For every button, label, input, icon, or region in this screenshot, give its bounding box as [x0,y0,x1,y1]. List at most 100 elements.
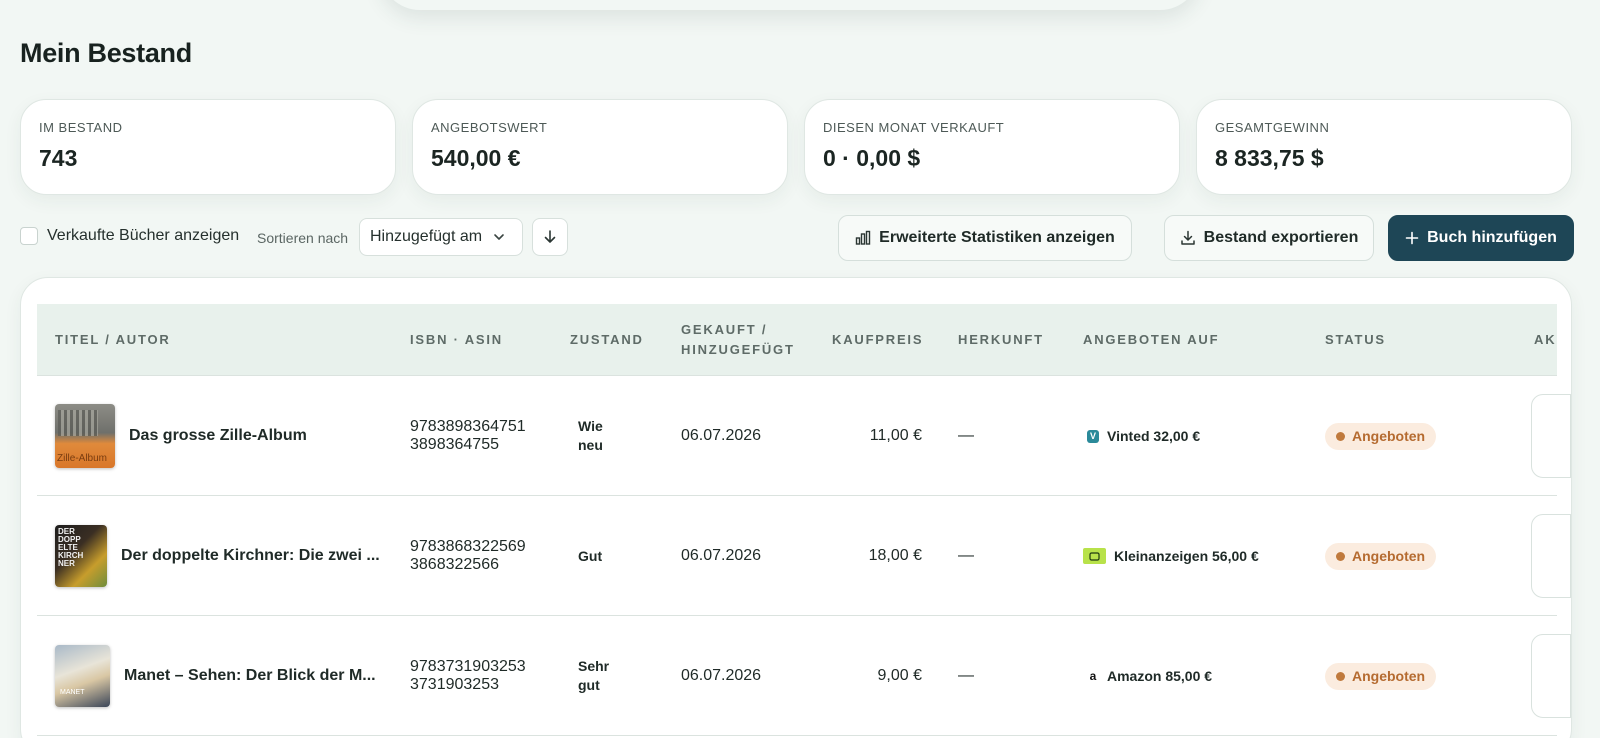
sort-select-value: Hinzugefügt am [370,228,483,245]
column-header-bought-line1: GEKAUFT / [681,322,768,337]
offer-text[interactable]: Amazon 85,00 € [1107,668,1212,684]
stat-label: ANGEBOTSWERT [431,120,548,135]
stat-label: GESAMTGEWINN [1215,120,1330,135]
status-cell: Angeboten [1325,616,1437,736]
table-row[interactable]: MANET Manet – Sehen: Der Blick der M... … [37,616,1571,736]
isbn-value: 9783868322569 [410,538,526,555]
condition-line: Gut [578,547,603,564]
status-dot [1336,431,1345,441]
condition-cell: Wie neu [578,376,603,496]
column-header-condition[interactable]: ZUSTAND [570,304,644,376]
book-title[interactable]: Der doppelte Kirchner: Die zwei ... [121,547,380,565]
origin-cell: — [958,667,974,684]
status-dot [1336,551,1345,561]
plus-icon [1405,231,1419,245]
column-header-bought-line2: HINZUGEFÜGT [681,342,795,357]
amazon-icon: a [1089,669,1097,683]
add-book-label: Buch hinzufügen [1427,229,1557,246]
status-text: Angeboten [1352,668,1426,684]
column-header-offered[interactable]: ANGEBOTEN AUF [1083,304,1219,376]
kleinanzeigen-icon [1083,548,1106,564]
status-badge: Angeboten [1325,422,1437,450]
date-cell: 06.07.2026 [681,547,762,564]
vinted-icon: V [1087,429,1099,443]
sort-direction-button[interactable] [532,218,568,256]
stat-value: 743 [39,145,78,171]
show-sold-toggle[interactable]: Verkaufte Bücher anzeigen [20,227,239,245]
column-header-origin[interactable]: HERKUNFT [958,304,1044,376]
condition-line: Sehr [578,658,610,674]
status-cell: Angeboten [1325,376,1437,496]
status-dot [1336,671,1345,681]
asin-value: 3731903253 [410,676,499,693]
status-text: Angeboten [1352,548,1426,564]
offer-cell: V Vinted 32,00 € [1087,376,1200,496]
isbn-cell: 9783898364751 3898364755 [410,376,526,496]
book-title[interactable]: Manet – Sehen: Der Blick der M... [124,667,376,685]
asin-value: 3898364755 [410,436,499,453]
isbn-value: 9783731903253 [410,658,526,675]
toolbar: Verkaufte Bücher anzeigen Sortieren nach… [20,215,1574,261]
isbn-cell: 9783731903253 3731903253 [410,616,526,736]
stat-card-in-stock: IM BESTAND 743 [20,99,396,195]
column-header-status[interactable]: STATUS [1325,304,1386,376]
title-cell: MANET Manet – Sehen: Der Blick der M... [55,616,376,736]
advanced-stats-button[interactable]: Erweiterte Statistiken anzeigen [838,215,1132,261]
stat-card-sold-this-month: DIESEN MONAT VERKAUFT 0 · 0,00 $ [804,99,1180,195]
row-actions[interactable] [1531,514,1571,598]
offer-cell: Kleinanzeigen 56,00 € [1083,496,1259,616]
status-cell: Angeboten [1325,496,1437,616]
cover-text: DER DOPP ELTE KIRCH NER [58,527,84,568]
offer-cell: a Amazon 85,00 € [1087,616,1212,736]
stat-card-offer-value: ANGEBOTSWERT 540,00 € [412,99,788,195]
table-row[interactable]: Zille-Album Das grosse Zille-Album 97838… [37,376,1571,496]
sort-label: Sortieren nach [257,230,349,246]
isbn-cell: 9783868322569 3868322566 [410,496,526,616]
condition-line: Wie [578,418,603,434]
title-cell: DER DOPP ELTE KIRCH NER Der doppelte Kir… [55,496,380,616]
inventory-table-card: TITEL / AUTOR ISBN · ASIN ZUSTAND GEKAUF… [20,277,1572,738]
column-header-actions[interactable]: AK [1534,304,1556,376]
row-actions[interactable] [1531,634,1571,718]
price-cell: 18,00 € [868,547,922,564]
download-icon [1180,230,1195,245]
export-stock-label: Bestand exportieren [1203,229,1359,246]
isbn-value: 9783898364751 [410,418,526,435]
cover-text: Zille-Album [57,453,108,464]
stats-row: IM BESTAND 743 ANGEBOTSWERT 540,00 € DIE… [20,99,1572,195]
book-cover: DER DOPP ELTE KIRCH NER [55,525,107,587]
top-header-edge [380,0,1200,10]
sort-select[interactable]: Hinzugefügt am [359,218,523,256]
stat-value: 0 · 0,00 $ [823,145,921,171]
origin-cell: — [958,547,974,564]
title-cell: Zille-Album Das grosse Zille-Album [55,376,307,496]
status-badge: Angeboten [1325,542,1437,570]
table-header: TITEL / AUTOR ISBN · ASIN ZUSTAND GEKAUF… [37,304,1557,376]
row-actions[interactable] [1531,394,1571,478]
column-header-bought[interactable]: GEKAUFT / HINZUGEFÜGT [681,304,795,376]
date-cell: 06.07.2026 [681,427,762,444]
cover-text: MANET [60,689,85,696]
stat-card-total-profit: GESAMTGEWINN 8 833,75 $ [1196,99,1572,195]
page-title: Mein Bestand [20,38,192,68]
show-sold-checkbox[interactable] [20,227,38,245]
column-header-isbn[interactable]: ISBN · ASIN [410,304,503,376]
export-stock-button[interactable]: Bestand exportieren [1164,215,1374,261]
column-header-title[interactable]: TITEL / AUTOR [55,304,171,376]
offer-text[interactable]: Vinted 32,00 € [1107,428,1200,444]
column-header-price[interactable]: KAUFPREIS [832,304,923,376]
book-cover: MANET [55,645,110,707]
book-title[interactable]: Das grosse Zille-Album [129,427,307,445]
add-book-button[interactable]: Buch hinzufügen [1388,215,1574,261]
status-badge: Angeboten [1325,662,1437,690]
book-cover: Zille-Album [55,404,115,468]
asin-value: 3868322566 [410,556,499,573]
price-cell: 9,00 € [877,667,922,684]
table-row[interactable]: DER DOPP ELTE KIRCH NER Der doppelte Kir… [37,496,1571,616]
status-text: Angeboten [1352,428,1426,444]
condition-cell: Gut [578,496,602,616]
stat-label: DIESEN MONAT VERKAUFT [823,120,1005,135]
condition-line: neu [578,437,603,453]
offer-text[interactable]: Kleinanzeigen 56,00 € [1114,548,1259,564]
date-cell: 06.07.2026 [681,667,762,684]
